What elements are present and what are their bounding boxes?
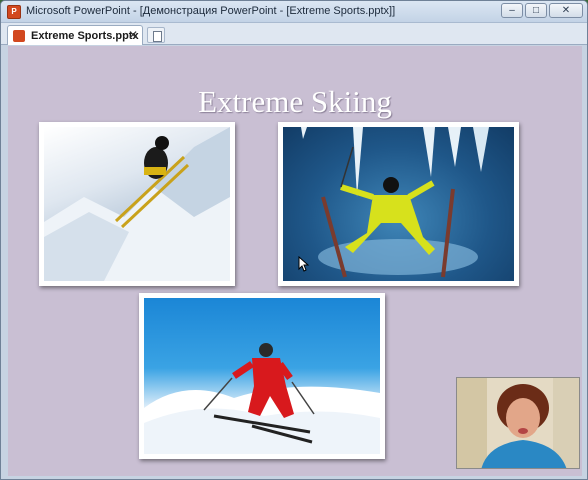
skier-red-suit-image xyxy=(144,298,380,454)
skier-yellow-suit-image xyxy=(283,127,514,281)
close-button[interactable]: ✕ xyxy=(549,3,583,18)
document-tab-bar: Extreme Sports.pptx ✕ xyxy=(1,23,587,45)
tab-label: Extreme Sports.pptx xyxy=(31,30,139,42)
skier-yellow-suit-photo[interactable] xyxy=(278,122,519,286)
tab-extreme-sports[interactable]: Extreme Sports.pptx ✕ xyxy=(7,25,143,45)
powerpoint-icon[interactable]: P xyxy=(7,5,21,19)
tab-close-button[interactable]: ✕ xyxy=(128,28,138,42)
skier-jumping-photo[interactable] xyxy=(39,122,235,286)
slide-title: Extreme Skiing xyxy=(198,84,392,119)
powerpoint-doc-icon xyxy=(13,30,25,42)
new-document-icon[interactable] xyxy=(147,27,165,43)
minimize-button[interactable]: – xyxy=(501,3,523,18)
window-title: Microsoft PowerPoint - [Демонстрация Pow… xyxy=(26,5,396,17)
skier-red-suit-photo[interactable] xyxy=(139,293,385,459)
skier-jumping-image xyxy=(44,127,230,281)
presenter-webcam xyxy=(456,377,580,469)
powerpoint-window: P Microsoft PowerPoint - [Демонстрация P… xyxy=(0,0,588,480)
window-controls: – □ ✕ xyxy=(501,3,583,18)
title-bar[interactable]: P Microsoft PowerPoint - [Демонстрация P… xyxy=(1,1,587,23)
restore-button[interactable]: □ xyxy=(525,3,547,18)
mouse-cursor-icon xyxy=(298,256,310,272)
